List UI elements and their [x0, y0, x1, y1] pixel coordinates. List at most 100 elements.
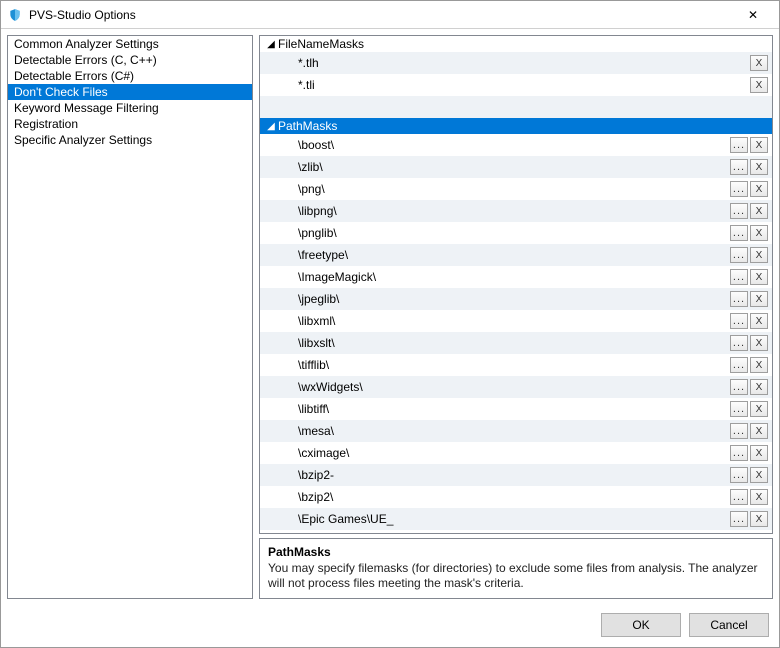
remove-button[interactable]: X — [750, 247, 768, 263]
mask-value[interactable]: \libtiff\ — [294, 402, 730, 416]
mask-row[interactable]: \zlib\...X — [260, 156, 772, 178]
mask-value[interactable]: \ImageMagick\ — [294, 270, 730, 284]
mask-row[interactable]: *.tlhX — [260, 52, 772, 74]
mask-value[interactable]: *.tli — [294, 78, 750, 92]
mask-value[interactable]: \mesa\ — [294, 424, 730, 438]
remove-button[interactable]: X — [750, 423, 768, 439]
mask-row[interactable]: \png\...X — [260, 178, 772, 200]
mask-value[interactable]: \png\ — [294, 182, 730, 196]
mask-value[interactable]: \Epic Games\UE_ — [294, 512, 730, 526]
mask-value[interactable]: \tifflib\ — [294, 358, 730, 372]
remove-button[interactable]: X — [750, 401, 768, 417]
mask-row[interactable] — [260, 96, 772, 118]
ellipsis-button[interactable]: ... — [730, 291, 748, 307]
window-title: PVS-Studio Options — [29, 8, 733, 22]
property-grid[interactable]: ◢FileNameMasks*.tlhX*.tliX◢PathMasks\boo… — [259, 35, 773, 534]
remove-button[interactable]: X — [750, 77, 768, 93]
ellipsis-button[interactable]: ... — [730, 159, 748, 175]
mask-row[interactable]: *.tliX — [260, 74, 772, 96]
ellipsis-button[interactable]: ... — [730, 401, 748, 417]
titlebar: PVS-Studio Options ✕ — [1, 1, 779, 29]
mask-value[interactable]: \wxWidgets\ — [294, 380, 730, 394]
category-item[interactable]: Detectable Errors (C, C++) — [8, 52, 252, 68]
ellipsis-button[interactable]: ... — [730, 181, 748, 197]
mask-row[interactable]: ... — [260, 530, 772, 534]
mask-row[interactable]: \libxslt\...X — [260, 332, 772, 354]
category-item[interactable]: Don't Check Files — [8, 84, 252, 100]
mask-value[interactable]: \cximage\ — [294, 446, 730, 460]
ellipsis-button[interactable]: ... — [730, 445, 748, 461]
ellipsis-button[interactable]: ... — [730, 423, 748, 439]
ellipsis-button[interactable]: ... — [750, 533, 768, 534]
group-label: FileNameMasks — [278, 37, 364, 51]
remove-button[interactable]: X — [750, 379, 768, 395]
ellipsis-button[interactable]: ... — [730, 335, 748, 351]
mask-row[interactable]: \freetype\...X — [260, 244, 772, 266]
remove-button[interactable]: X — [750, 511, 768, 527]
mask-row[interactable]: \pnglib\...X — [260, 222, 772, 244]
remove-button[interactable]: X — [750, 357, 768, 373]
mask-value[interactable]: \boost\ — [294, 138, 730, 152]
mask-value[interactable]: \pnglib\ — [294, 226, 730, 240]
mask-row[interactable]: \ImageMagick\...X — [260, 266, 772, 288]
remove-button[interactable]: X — [750, 335, 768, 351]
ellipsis-button[interactable]: ... — [730, 137, 748, 153]
remove-button[interactable]: X — [750, 445, 768, 461]
ok-button[interactable]: OK — [601, 613, 681, 637]
ellipsis-button[interactable]: ... — [730, 203, 748, 219]
remove-button[interactable]: X — [750, 225, 768, 241]
remove-button[interactable]: X — [750, 467, 768, 483]
mask-row[interactable]: \bzip2\...X — [260, 486, 772, 508]
category-item[interactable]: Registration — [8, 116, 252, 132]
mask-value[interactable]: \libxslt\ — [294, 336, 730, 350]
mask-value[interactable]: \freetype\ — [294, 248, 730, 262]
group-header[interactable]: ◢FileNameMasks — [260, 36, 772, 52]
mask-row[interactable]: \bzip2-...X — [260, 464, 772, 486]
mask-row[interactable]: \libpng\...X — [260, 200, 772, 222]
ellipsis-button[interactable]: ... — [730, 379, 748, 395]
mask-value[interactable]: *.tlh — [294, 56, 750, 70]
remove-button[interactable]: X — [750, 159, 768, 175]
mask-row[interactable]: \libxml\...X — [260, 310, 772, 332]
description-title: PathMasks — [268, 545, 764, 559]
ellipsis-button[interactable]: ... — [730, 511, 748, 527]
cancel-button[interactable]: Cancel — [689, 613, 769, 637]
mask-value[interactable]: \libxml\ — [294, 314, 730, 328]
ellipsis-button[interactable]: ... — [730, 247, 748, 263]
mask-row[interactable]: \libtiff\...X — [260, 398, 772, 420]
ellipsis-button[interactable]: ... — [730, 313, 748, 329]
window-close-button[interactable]: ✕ — [733, 2, 773, 28]
ellipsis-button[interactable]: ... — [730, 489, 748, 505]
category-list[interactable]: Common Analyzer SettingsDetectable Error… — [7, 35, 253, 599]
mask-row[interactable]: \cximage\...X — [260, 442, 772, 464]
remove-button[interactable]: X — [750, 269, 768, 285]
remove-button[interactable]: X — [750, 55, 768, 71]
category-item[interactable]: Common Analyzer Settings — [8, 36, 252, 52]
mask-value[interactable]: \jpeglib\ — [294, 292, 730, 306]
mask-row[interactable]: \jpeglib\...X — [260, 288, 772, 310]
remove-button[interactable]: X — [750, 181, 768, 197]
mask-value[interactable]: \bzip2\ — [294, 490, 730, 504]
ellipsis-button[interactable]: ... — [730, 357, 748, 373]
category-item[interactable]: Specific Analyzer Settings — [8, 132, 252, 148]
mask-row[interactable]: \boost\...X — [260, 134, 772, 156]
category-item[interactable]: Detectable Errors (C#) — [8, 68, 252, 84]
mask-value[interactable]: \zlib\ — [294, 160, 730, 174]
remove-button[interactable]: X — [750, 489, 768, 505]
remove-button[interactable]: X — [750, 291, 768, 307]
ellipsis-button[interactable]: ... — [730, 225, 748, 241]
group-header[interactable]: ◢PathMasks — [260, 118, 772, 134]
ellipsis-button[interactable]: ... — [730, 467, 748, 483]
remove-button[interactable]: X — [750, 203, 768, 219]
mask-row[interactable]: \mesa\...X — [260, 420, 772, 442]
remove-button[interactable]: X — [750, 313, 768, 329]
ellipsis-button[interactable]: ... — [730, 269, 748, 285]
mask-value[interactable]: \libpng\ — [294, 204, 730, 218]
remove-button[interactable]: X — [750, 137, 768, 153]
category-item[interactable]: Keyword Message Filtering — [8, 100, 252, 116]
description-panel: PathMasks You may specify filemasks (for… — [259, 538, 773, 599]
mask-value[interactable]: \bzip2- — [294, 468, 730, 482]
mask-row[interactable]: \wxWidgets\...X — [260, 376, 772, 398]
mask-row[interactable]: \Epic Games\UE_...X — [260, 508, 772, 530]
mask-row[interactable]: \tifflib\...X — [260, 354, 772, 376]
